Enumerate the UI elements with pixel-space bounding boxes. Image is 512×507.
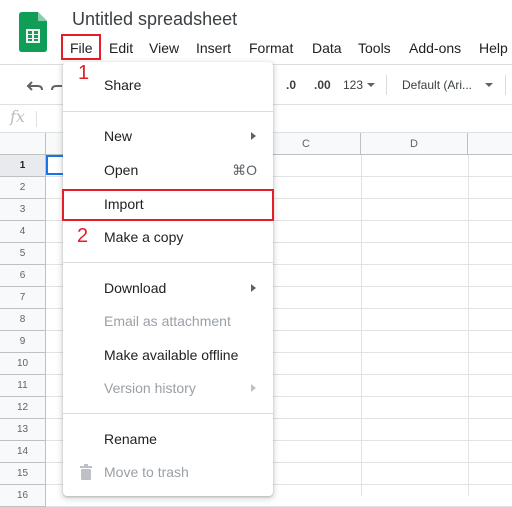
row-header[interactable]: 7 — [0, 287, 46, 309]
menu-item-label: Email as attachment — [104, 313, 231, 329]
step-1-label: 1 — [78, 62, 90, 84]
menu-separator — [63, 413, 273, 414]
menu-separator — [63, 262, 273, 263]
menu-item-label: Move to trash — [104, 464, 189, 480]
row-header[interactable]: 2 — [0, 177, 46, 199]
redo-icon[interactable] — [48, 66, 62, 104]
file-menu-dropdown: Share New Open ⌘O Import Make a copy Dow… — [63, 62, 273, 496]
menu-item-label: Share — [104, 77, 142, 93]
menu-item-label: Version history — [104, 380, 196, 396]
menu-item-download[interactable]: Download — [63, 273, 273, 303]
menu-item-make-available-offline[interactable]: Make available offline — [63, 340, 273, 370]
menu-insert[interactable]: Insert — [196, 38, 231, 58]
menu-help[interactable]: Help — [479, 38, 508, 58]
font-select[interactable]: Default (Ari... — [402, 66, 472, 104]
step-2-label: 2 — [77, 225, 89, 247]
submenu-arrow-icon — [251, 384, 256, 392]
import-highlight — [62, 189, 274, 221]
menu-data[interactable]: Data — [312, 38, 342, 58]
select-all-corner[interactable] — [0, 133, 46, 155]
row-header[interactable]: 3 — [0, 199, 46, 221]
row-header[interactable]: 4 — [0, 221, 46, 243]
sheets-logo-icon[interactable] — [19, 12, 47, 52]
menu-item-label: Make available offline — [104, 347, 239, 363]
toolbar-separator — [386, 75, 387, 95]
menu-item-label: Make a copy — [104, 229, 184, 245]
row-header[interactable]: 14 — [0, 441, 46, 463]
row-header[interactable]: 10 — [0, 353, 46, 375]
column-header-d[interactable]: D — [361, 133, 468, 155]
menu-separator — [63, 111, 273, 112]
row-header[interactable]: 15 — [0, 463, 46, 485]
menu-edit[interactable]: Edit — [109, 38, 133, 58]
menu-item-email-as-attachment: Email as attachment — [63, 306, 273, 336]
fx-icon: fx — [10, 107, 25, 126]
decrease-decimal-button[interactable]: .0 — [286, 66, 296, 104]
font-dropdown-icon — [485, 83, 493, 87]
menu-item-open[interactable]: Open ⌘O — [63, 155, 273, 185]
document-title[interactable]: Untitled spreadsheet — [72, 9, 237, 30]
menu-item-share[interactable]: Share — [63, 70, 273, 100]
menu-item-make-a-copy[interactable]: Make a copy — [63, 222, 273, 252]
menu-tools[interactable]: Tools — [358, 38, 391, 58]
menu-view[interactable]: View — [149, 38, 179, 58]
trash-icon — [80, 464, 92, 480]
undo-icon[interactable] — [24, 66, 44, 104]
row-header[interactable]: 16 — [0, 485, 46, 507]
more-formats-dropdown-icon — [367, 83, 375, 87]
menu-item-label: Rename — [104, 431, 157, 447]
menu-add-ons[interactable]: Add-ons — [409, 38, 461, 58]
column-header-e[interactable] — [468, 133, 512, 155]
row-header[interactable]: 5 — [0, 243, 46, 265]
menu-item-move-to-trash: Move to trash — [63, 457, 273, 487]
row-header[interactable]: 1 — [0, 155, 46, 177]
menu-format[interactable]: Format — [249, 38, 293, 58]
submenu-arrow-icon — [251, 284, 256, 292]
increase-decimal-button[interactable]: .00 — [314, 66, 331, 104]
menu-item-label: Open — [104, 162, 139, 178]
menu-item-version-history: Version history — [63, 373, 273, 403]
row-header[interactable]: 6 — [0, 265, 46, 287]
row-header[interactable]: 9 — [0, 331, 46, 353]
formula-bar-separator — [36, 111, 37, 127]
shortcut-hint: ⌘O — [232, 162, 257, 178]
more-formats-button[interactable]: 123 — [343, 66, 363, 104]
row-header[interactable]: 11 — [0, 375, 46, 397]
submenu-arrow-icon — [251, 132, 256, 140]
menu-item-rename[interactable]: Rename — [63, 424, 273, 454]
row-header[interactable]: 13 — [0, 419, 46, 441]
grid-column-line — [468, 155, 469, 496]
menu-item-label: New — [104, 128, 133, 144]
file-menu-highlight — [61, 34, 101, 60]
grid-column-line — [361, 155, 362, 496]
menu-item-label: Download — [104, 280, 167, 296]
row-header[interactable]: 12 — [0, 397, 46, 419]
toolbar-separator — [505, 75, 506, 95]
row-header[interactable]: 8 — [0, 309, 46, 331]
menu-item-new[interactable]: New — [63, 121, 273, 151]
